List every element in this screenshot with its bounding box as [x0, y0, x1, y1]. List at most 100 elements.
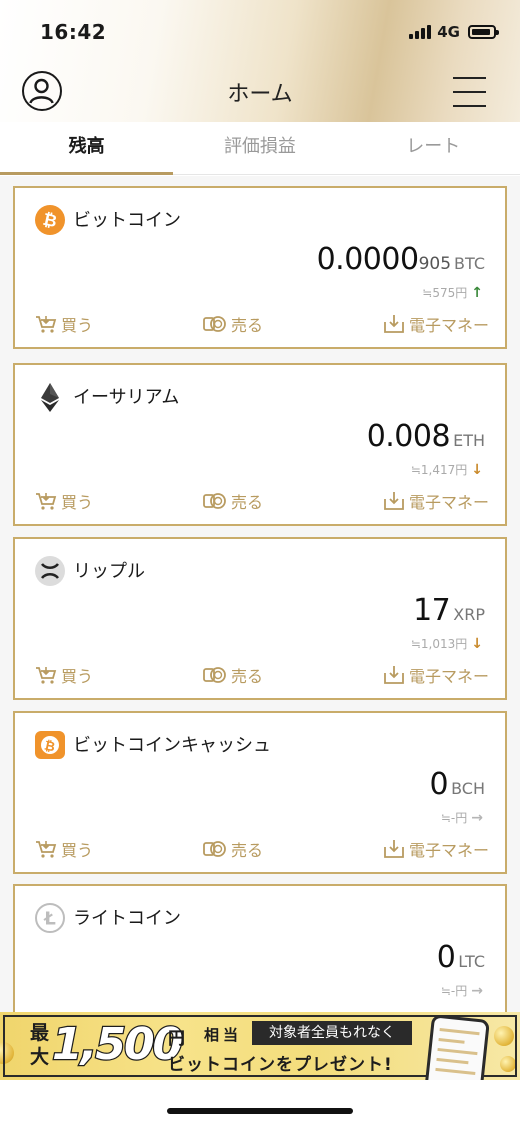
- coin-actions: 買う 売る 電子マネー: [15, 837, 509, 861]
- coin-name: ビットコインキャッシュ: [73, 735, 271, 756]
- banner-tag: 対象者全員もれなく: [252, 1021, 412, 1045]
- coin-name: ビットコイン: [73, 210, 181, 231]
- amount-main: 17: [413, 593, 451, 628]
- download-tray-icon: [384, 840, 404, 858]
- download-tray-icon: [384, 666, 404, 684]
- banner-yen: 円: [168, 1029, 185, 1049]
- arrow-right-icon: →: [471, 982, 483, 999]
- sell-label: 売る: [231, 316, 264, 335]
- coin-actions: 買う 売る 電子マネー: [15, 312, 509, 336]
- page-title: ホーム: [227, 82, 293, 107]
- coins-icon: [203, 316, 226, 332]
- sell-button[interactable]: 売る: [203, 312, 263, 336]
- amount-sub: 905: [418, 254, 452, 274]
- tab-rate[interactable]: レート: [347, 122, 520, 174]
- amount-unit: LTC: [458, 952, 485, 971]
- network-label: 4G: [437, 23, 460, 41]
- amount-unit: ETH: [453, 431, 485, 450]
- bottom-area: [0, 1080, 520, 1125]
- cart-icon: [36, 667, 57, 684]
- buy-button[interactable]: 買う: [35, 663, 93, 687]
- emoney-button[interactable]: 電子マネー: [383, 663, 489, 687]
- emoney-button[interactable]: 電子マネー: [383, 312, 489, 336]
- emoney-label: 電子マネー: [408, 667, 489, 686]
- buy-button[interactable]: 買う: [35, 489, 93, 513]
- jpy-text: ≒575円: [422, 286, 468, 300]
- buy-label: 買う: [61, 667, 94, 686]
- jpy-text: ≒1,013円: [410, 637, 468, 651]
- coin-card-eth[interactable]: イーサリアム 0.008 ETH ≒1,417円 ↓ 買う 売る 電子マネー: [13, 363, 507, 526]
- emoney-label: 電子マネー: [408, 316, 489, 335]
- banner-amount: 1,500: [51, 1018, 185, 1072]
- svg-text:Ł: Ł: [43, 909, 56, 930]
- jpy-text: ≒-円: [440, 811, 468, 825]
- download-tray-icon: [384, 492, 404, 510]
- app-header: 16:42 4G ホーム: [0, 0, 520, 122]
- menu-button[interactable]: [453, 75, 486, 109]
- sell-button[interactable]: 売る: [203, 489, 263, 513]
- amount-main: 0.008: [366, 419, 451, 454]
- buy-label: 買う: [61, 316, 94, 335]
- emoney-button[interactable]: 電子マネー: [383, 837, 489, 861]
- amount-unit: BCH: [451, 779, 485, 798]
- coin-name: リップル: [73, 561, 145, 582]
- coin-card-bch[interactable]: ₿ ビットコインキャッシュ 0 BCH ≒-円 → 買う 売る 電子マネー: [13, 711, 507, 874]
- buy-button[interactable]: 買う: [35, 837, 93, 861]
- arrow-down-icon: ↓: [471, 461, 483, 478]
- coin-actions: 買う 売る 電子マネー: [15, 663, 509, 687]
- coin-name: ライトコイン: [73, 908, 181, 929]
- tab-profit-loss[interactable]: 評価損益: [173, 122, 346, 174]
- coin-amount: 17 XRP: [413, 593, 485, 628]
- arrow-right-icon: →: [471, 809, 483, 826]
- buy-label: 買う: [61, 841, 94, 860]
- coin-card-btc[interactable]: ₿ ビットコイン 0.0000 905 BTC ≒575円 ↑ 買う 売る 電子マネー: [13, 186, 507, 349]
- banner-equivalent: 相当: [204, 1026, 243, 1044]
- coin-actions: 買う 売る 電子マネー: [15, 489, 509, 513]
- jpy-value: ≒1,013円 ↓: [411, 635, 483, 652]
- balance-list: ₿ ビットコイン 0.0000 905 BTC ≒575円 ↑ 買う 売る 電子マネー: [0, 176, 520, 1012]
- coin-amount: 0.008 ETH: [367, 419, 485, 454]
- promo-banner[interactable]: 最大 1,500 円 相当 対象者全員もれなく ビットコインをプレゼント!: [0, 1012, 520, 1080]
- tab-balance[interactable]: 残高: [0, 122, 174, 175]
- battery-icon: [468, 25, 499, 39]
- coin-amount: 0.0000 905 BTC: [317, 242, 485, 277]
- menu-icon: [453, 77, 486, 79]
- emoney-button[interactable]: 電子マネー: [383, 489, 489, 513]
- jpy-value: ≒1,417円 ↓: [411, 461, 483, 478]
- phone-illustration: [424, 1014, 490, 1080]
- jpy-value: ≒-円 →: [441, 809, 483, 826]
- sell-label: 売る: [231, 667, 264, 686]
- amount-unit: XRP: [453, 605, 485, 624]
- amount-main: 0: [429, 767, 449, 802]
- amount-unit: BTC: [454, 254, 485, 273]
- home-indicator[interactable]: [167, 1108, 353, 1114]
- coins-icon: [203, 493, 226, 509]
- cart-icon: [36, 841, 57, 858]
- sell-label: 売る: [231, 841, 264, 860]
- buy-button[interactable]: 買う: [35, 312, 93, 336]
- banner-headline: ビットコインをプレゼント!: [168, 1055, 393, 1075]
- sell-label: 売る: [231, 493, 264, 512]
- download-tray-icon: [384, 315, 404, 333]
- cart-icon: [36, 316, 57, 333]
- sell-button[interactable]: 売る: [203, 663, 263, 687]
- amount-main: 0: [436, 940, 456, 975]
- emoney-label: 電子マネー: [408, 841, 489, 860]
- jpy-text: ≒1,417円: [410, 463, 468, 477]
- emoney-label: 電子マネー: [408, 493, 489, 512]
- banner-max-label: 最大: [30, 1022, 50, 1068]
- coins-icon: [203, 667, 226, 683]
- ripple-icon: [35, 556, 65, 586]
- coin-amount: 0 BCH: [430, 767, 486, 802]
- sell-button[interactable]: 売る: [203, 837, 263, 861]
- jpy-value: ≒-円 →: [441, 982, 483, 999]
- coin-card-ltc[interactable]: Ł ライトコイン 0 LTC ≒-円 →: [13, 884, 507, 1012]
- status-indicators: 4G: [409, 23, 499, 41]
- bitcoin-icon: ₿: [35, 205, 65, 235]
- ethereum-icon: [41, 383, 59, 412]
- jpy-value: ≒575円 ↑: [422, 284, 483, 301]
- buy-label: 買う: [61, 493, 94, 512]
- coin-card-xrp[interactable]: リップル 17 XRP ≒1,013円 ↓ 買う 売る 電子マネー: [13, 537, 507, 700]
- arrow-down-icon: ↓: [471, 635, 483, 652]
- jpy-text: ≒-円: [440, 984, 468, 998]
